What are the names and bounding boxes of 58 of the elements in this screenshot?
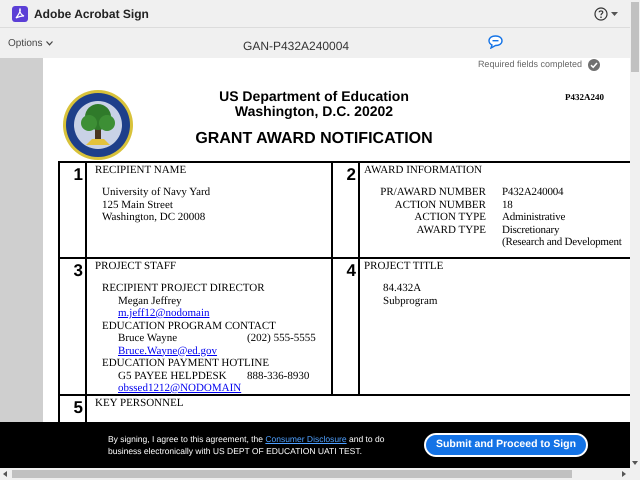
scroll-thumb[interactable] (12, 470, 572, 478)
section-heading: AWARD INFORMATION (364, 164, 482, 176)
consumer-disclosure-link[interactable]: Consumer Disclosure (265, 434, 347, 444)
project-title-line: Subprogram (383, 294, 438, 307)
award-value: P432A240004 (502, 186, 564, 198)
staff-name: G5 PAYEE HELPDESK (118, 370, 228, 382)
section-heading: RECIPIENT NAME (95, 164, 186, 176)
vertical-scrollbar[interactable] (630, 0, 640, 468)
comment-icon[interactable] (488, 35, 503, 49)
staff-role: EDUCATION PROGRAM CONTACT (102, 320, 276, 332)
award-label: ACTION NUMBER (394, 198, 486, 211)
submit-button[interactable]: Submit and Proceed to Sign (424, 433, 588, 457)
staff-name: Bruce Wayne (118, 332, 178, 344)
chevron-icon (46, 40, 54, 46)
phone-number: (202) 555-5555 (247, 332, 316, 344)
agency-header: Washington, D.C. 20202 (234, 104, 394, 118)
section-number: 5 (74, 398, 83, 418)
options-menu-button[interactable]: Options (8, 36, 54, 50)
app-title: Adobe Acrobat Sign (34, 6, 149, 22)
award-label: ACTION TYPE (414, 211, 486, 224)
recipient-line: University of Navy Yard (102, 186, 210, 198)
help-menu-button[interactable] (594, 6, 618, 20)
section-heading: PROJECT TITLE (364, 260, 444, 272)
award-value: Administrative (502, 211, 566, 224)
project-title-line: 84.432A (383, 282, 422, 294)
phone-number: 888-336-8930 (247, 370, 310, 382)
staff-role: EDUCATION PAYMENT HOTLINE (102, 357, 270, 370)
acrobat-logo-icon (12, 6, 28, 22)
email-link[interactable]: m.jeff12@nodomain (118, 307, 210, 320)
email-link[interactable]: obssed1212@NODOMAIN (118, 382, 242, 394)
recipient-line: Washington, DC 20008 (102, 211, 206, 224)
staff-name: Megan Jeffrey (118, 294, 183, 307)
scroll-left-icon (3, 471, 7, 477)
help-icon (594, 6, 608, 20)
section-number: 3 (74, 260, 83, 282)
award-value: (Research and Development (502, 236, 622, 248)
section-number: 2 (346, 164, 356, 186)
consent-text: By signing, I agree to this agreement, the Consumer Disclosure and to do business electronically with US DEPT OF EDUCATION UATI TEST. (108, 433, 386, 457)
staff-role: RECIPIENT PROJECT DIRECTOR (102, 282, 265, 294)
scroll-right-icon (622, 471, 626, 477)
recipient-line: 125 Main Street (102, 198, 173, 211)
scroll-down-icon (632, 461, 638, 465)
section-number: 4 (346, 260, 356, 282)
document-heading: GRANT AWARD NOTIFICATION (195, 130, 433, 146)
status-text: Required fields completed (478, 58, 582, 71)
agency-header: US Department of Education (219, 88, 409, 104)
document-title: GAN-P432A240004 (243, 38, 350, 55)
email-link[interactable]: Bruce.Wayne@ed.gov (118, 344, 218, 357)
award-value: Discretionary (502, 224, 560, 236)
section-heading: PROJECT STAFF (95, 260, 176, 272)
section-number: 1 (74, 164, 83, 186)
award-value: 18 (502, 198, 513, 211)
scroll-thumb[interactable] (631, 2, 639, 72)
caret-icon (611, 12, 618, 16)
page-reference: P432A240 (565, 90, 604, 104)
section-heading: KEY PERSONNEL (95, 396, 184, 409)
award-label: AWARD TYPE (416, 224, 486, 236)
award-label: PR/AWARD NUMBER (380, 186, 486, 198)
